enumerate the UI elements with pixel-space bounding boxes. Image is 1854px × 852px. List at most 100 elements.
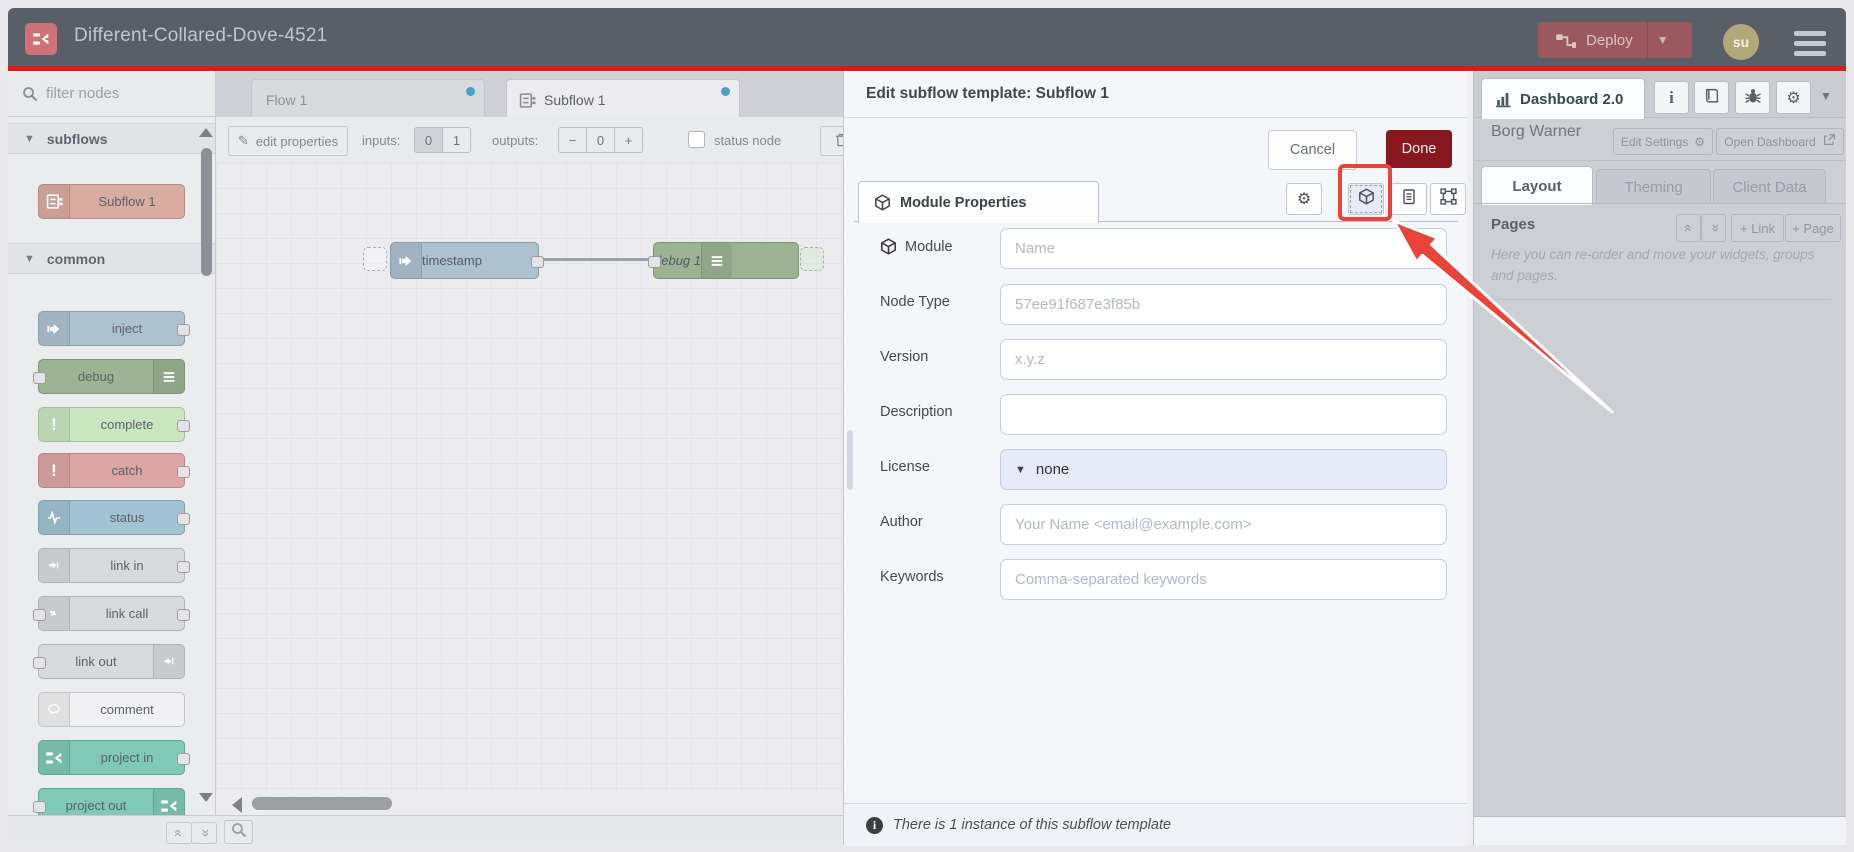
tab-layout[interactable]: Layout xyxy=(1481,166,1593,205)
version-field[interactable]: x.y.z xyxy=(1000,339,1447,380)
debug-toggle-button[interactable] xyxy=(701,243,732,278)
panel-scrollbar[interactable] xyxy=(847,430,853,490)
add-link-button[interactable]: + Link xyxy=(1731,214,1784,242)
node-type-field[interactable]: 57ee91f687e3f85b xyxy=(1000,284,1447,325)
palette-node-inject[interactable]: inject xyxy=(38,311,190,346)
palette-scroll-down-icon[interactable] xyxy=(199,793,213,802)
author-field[interactable]: Your Name <email@example.com> xyxy=(1000,504,1447,545)
inputs-0-button[interactable]: 0 xyxy=(414,127,443,153)
palette-node-complete[interactable]: ! complete xyxy=(38,407,190,442)
canvas-horizontal-scrollbar[interactable] xyxy=(252,797,392,810)
bug-icon xyxy=(1744,87,1761,109)
tab-subflow-1[interactable]: Subflow 1 xyxy=(506,79,740,120)
node-debug-1[interactable]: debug 1 xyxy=(648,242,799,279)
tab-subflow-1-changes-dot xyxy=(721,87,730,96)
sidebar-book-button[interactable] xyxy=(1694,81,1729,114)
delete-subflow-button[interactable] xyxy=(820,126,843,156)
license-select[interactable]: ▼ none xyxy=(1000,449,1447,490)
inject-icon xyxy=(39,312,70,345)
canvas-scroll-left-icon[interactable] xyxy=(232,797,242,813)
inputs-toggle: 0 1 xyxy=(414,127,471,153)
deploy-caret-icon[interactable]: ▼ xyxy=(1648,33,1678,47)
node-port xyxy=(177,512,190,525)
workspace-footer: « « xyxy=(8,815,843,845)
node-timestamp-output-port[interactable] xyxy=(531,255,544,268)
pages-move-down-button[interactable]: « xyxy=(1701,214,1726,242)
description-tab-button[interactable] xyxy=(1391,183,1427,215)
palette-node-link-out[interactable]: link out xyxy=(33,644,185,679)
license-value: none xyxy=(1035,461,1070,478)
version-label: Version xyxy=(880,349,929,365)
outputs-plus-button[interactable]: + xyxy=(615,127,643,153)
palette-node-Subflow-1[interactable]: Subflow 1 xyxy=(38,184,185,219)
palette-category-common[interactable]: ▼ common xyxy=(8,243,215,274)
palette-node-project-out[interactable]: project out xyxy=(33,788,185,815)
palette-node-link-call[interactable]: link call xyxy=(33,596,190,631)
pages-move-up-button[interactable]: « xyxy=(1676,214,1701,242)
palette-scroll-up-icon[interactable] xyxy=(199,128,213,137)
sidebar-bug-button[interactable] xyxy=(1735,81,1770,114)
edit-properties-button[interactable]: ✎ edit properties xyxy=(228,126,348,156)
debug-list-icon xyxy=(153,360,184,393)
inject-icon xyxy=(391,243,422,278)
pages-hint: Here you can re-order and move your widg… xyxy=(1491,247,1815,283)
sidebar-divider-2 xyxy=(1491,299,1831,300)
keywords-label: Keywords xyxy=(880,569,944,585)
palette-category-subflows[interactable]: ▼ subflows xyxy=(8,123,215,154)
status-node-label: status node xyxy=(714,133,782,148)
node-timestamp[interactable]: timestamp xyxy=(390,242,544,279)
palette-node-catch[interactable]: ! catch xyxy=(38,453,190,488)
subflow-properties-tab-button[interactable]: ⚙ xyxy=(1286,183,1322,215)
node-debug-1-input-port[interactable] xyxy=(648,255,661,268)
outputs-minus-button[interactable]: − xyxy=(558,127,587,153)
palette-node-debug[interactable]: debug xyxy=(33,359,185,394)
status-node-checkbox[interactable] xyxy=(688,131,705,148)
appearance-tab-button[interactable] xyxy=(1430,183,1466,215)
sidebar-caret-icon[interactable]: ▼ xyxy=(1820,89,1832,103)
tab-module-properties[interactable]: Module Properties xyxy=(858,181,1099,223)
palette-node-link-in[interactable]: link in xyxy=(38,548,190,583)
sidebar-footer xyxy=(1474,817,1846,845)
open-dashboard-button[interactable]: Open Dashboard xyxy=(1716,128,1844,155)
canvas-zoom-search-button[interactable] xyxy=(224,820,253,844)
description-field[interactable] xyxy=(1000,394,1447,435)
tab-client-data[interactable]: Client Data xyxy=(1713,169,1826,204)
palette-node-comment[interactable]: comment xyxy=(38,692,185,727)
tab-dashboard-2[interactable]: Dashboard 2.0 xyxy=(1481,78,1645,119)
module-field[interactable]: Name xyxy=(1000,228,1447,269)
project-title: Different-Collared-Dove-4521 xyxy=(74,25,328,46)
inputs-label: inputs: xyxy=(362,133,401,148)
inputs-1-button[interactable]: 1 xyxy=(443,127,471,153)
tab-flow-1[interactable]: Flow 1 xyxy=(251,79,485,120)
node-red-logo-icon xyxy=(25,23,57,55)
subflow-toolbar: ✎ edit properties inputs: 0 1 outputs: −… xyxy=(216,117,843,164)
palette-node-status[interactable]: status xyxy=(38,500,190,535)
cancel-button[interactable]: Cancel xyxy=(1268,130,1357,170)
palette-node-project-in[interactable]: project in xyxy=(38,740,190,775)
flow-canvas[interactable]: timestamp debug 1 xyxy=(216,163,843,793)
tab-theming[interactable]: Theming xyxy=(1596,169,1711,204)
palette-collapse-all-button[interactable]: « xyxy=(166,822,192,844)
palette-node-label: inject xyxy=(111,321,143,336)
palette-search-input[interactable]: filter nodes xyxy=(8,71,215,117)
node-type-label: Node Type xyxy=(880,294,950,310)
palette-node-label: complete xyxy=(100,417,154,432)
sidebar-info-button[interactable]: i xyxy=(1654,81,1689,114)
palette-node-label: project in xyxy=(100,750,154,765)
edit-settings-button[interactable]: Edit Settings ⚙ xyxy=(1613,128,1713,155)
main-menu-button[interactable] xyxy=(1794,31,1826,56)
done-button[interactable]: Done xyxy=(1386,130,1452,168)
palette-expand-all-button[interactable]: « xyxy=(191,822,217,844)
node-port xyxy=(33,656,46,669)
palette-scrollbar[interactable] xyxy=(201,148,212,276)
add-page-button[interactable]: + Page xyxy=(1785,214,1841,242)
deploy-button[interactable]: Deploy ▼ xyxy=(1538,22,1692,58)
keywords-field[interactable]: Comma-separated keywords xyxy=(1000,559,1447,600)
node-red-window: Different-Collared-Dove-4521 Deploy ▼ su… xyxy=(0,0,1854,852)
pencil-icon: ✎ xyxy=(237,133,249,148)
module-properties-tab-button[interactable] xyxy=(1348,183,1384,215)
cube-icon xyxy=(874,194,891,211)
sidebar-gear-button[interactable]: ⚙ xyxy=(1776,81,1811,114)
search-icon xyxy=(22,86,38,102)
user-avatar[interactable]: su xyxy=(1723,24,1759,60)
